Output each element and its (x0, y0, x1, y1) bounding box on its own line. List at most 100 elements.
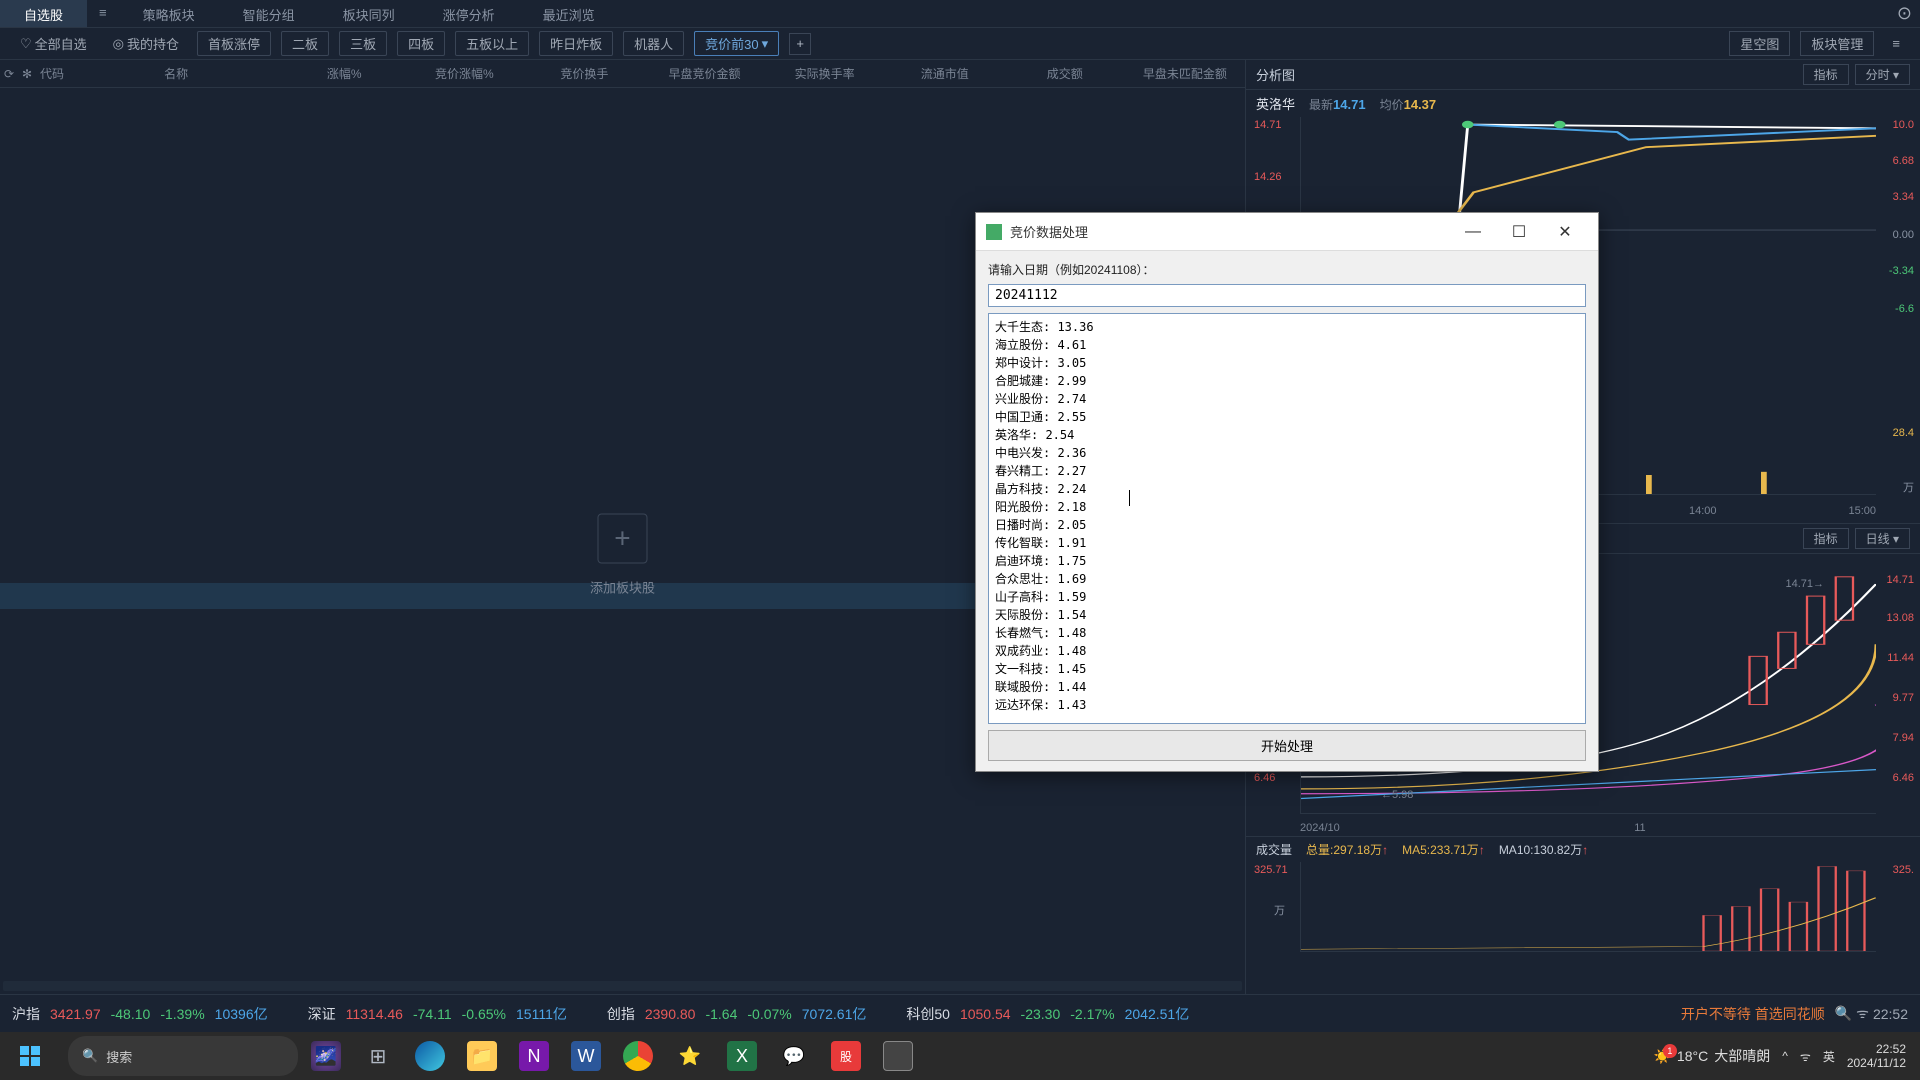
chrome-icon[interactable] (614, 1032, 662, 1080)
weather-widget[interactable]: ☀️1 18°C 大部晴朗 (1653, 1046, 1770, 1066)
onenote-icon[interactable]: N (510, 1032, 558, 1080)
tray-chevron-icon[interactable]: ^ (1782, 1049, 1788, 1063)
volume-bar: 成交量 总量:297.18万 MA5:233.71万 MA10:130.82万 (1246, 836, 1920, 862)
pill-third-board[interactable]: 三板 (339, 31, 387, 56)
date-input-label: 请输入日期（例如20241108）： (988, 261, 1586, 278)
all-watchlist[interactable]: ♡全部自选 (12, 31, 95, 56)
col-auction-change[interactable]: 竞价涨幅% (404, 65, 524, 82)
wifi-icon[interactable]: ᯤ (1800, 1048, 1811, 1065)
toolbar: ♡全部自选 ◎我的持仓 首板涨停 二板 三板 四板 五板以上 昨日炸板 机器人 … (0, 28, 1920, 60)
gear-icon[interactable]: ✻ (18, 67, 36, 81)
stock-app-icon[interactable]: 股 (822, 1032, 870, 1080)
volume-title: 成交量 (1256, 841, 1292, 858)
word-icon[interactable]: W (562, 1032, 610, 1080)
dialog-icon (986, 224, 1002, 240)
taskbar-search[interactable]: 🔍 搜索 (68, 1036, 298, 1076)
result-list[interactable]: 大千生态: 13.36 海立股份: 4.61 郑中设计: 3.05 合肥城建: … (988, 313, 1586, 724)
tab-strategy[interactable]: 策略板块 (119, 0, 219, 27)
tab-watchlist[interactable]: 自选股 (0, 0, 87, 27)
system-tray: ☀️1 18°C 大部晴朗 ^ ᯤ 英 22:52 2024/11/12 (1653, 1042, 1920, 1071)
minimize-button[interactable]: ― (1450, 223, 1496, 241)
top-tabs: 自选股 ≡ 策略板块 智能分组 板块同列 涨停分析 最近浏览 ⊙ (0, 0, 1920, 28)
ticker-promo[interactable]: 开户不等待 首选同花顺 (1681, 1004, 1825, 1024)
star-app-icon[interactable]: ⭐ (666, 1032, 714, 1080)
pill-fourth-board[interactable]: 四板 (397, 31, 445, 56)
h-scrollbar[interactable] (3, 981, 1242, 991)
edge-icon[interactable] (406, 1032, 454, 1080)
tab-menu-icon[interactable]: ≡ (87, 0, 119, 27)
col-change[interactable]: 涨幅% (284, 65, 404, 82)
heart-icon: ♡ (20, 36, 32, 52)
tab-sector[interactable]: 板块同列 (319, 0, 419, 27)
pill-fifth-plus[interactable]: 五板以上 (455, 31, 529, 56)
maximize-button[interactable]: ☐ (1496, 222, 1542, 242)
dialog-title: 竞价数据处理 (1010, 222, 1450, 241)
search-icon[interactable]: 🔍 (1835, 1005, 1852, 1022)
excel-icon[interactable]: X (718, 1032, 766, 1080)
add-stock-label: 添加板块股 (590, 578, 655, 597)
empty-state: + 添加板块股 (590, 514, 655, 597)
star-chart-button[interactable]: 星空图 (1729, 31, 1790, 56)
cortana-icon[interactable]: 🌌 (302, 1032, 350, 1080)
search-icon: 🔍 (82, 1048, 98, 1064)
col-unmatched[interactable]: 早盘未匹配金额 (1125, 65, 1245, 82)
stock-name: 英洛华 (1256, 94, 1295, 113)
volume-chart[interactable]: 325.71 万 325. (1246, 862, 1920, 970)
ticker-cyb-name: 创指 (607, 1004, 635, 1024)
tab-recent[interactable]: 最近浏览 (519, 0, 619, 27)
timeframe-button[interactable]: 分时 ▾ (1855, 64, 1910, 85)
terminal-icon[interactable] (874, 1032, 922, 1080)
explorer-icon[interactable]: 📁 (458, 1032, 506, 1080)
start-process-button[interactable]: 开始处理 (988, 730, 1586, 761)
col-volume[interactable]: 成交额 (1005, 65, 1125, 82)
ticker-kc50-name: 科创50 (906, 1004, 950, 1024)
target-icon: ◎ (113, 36, 124, 52)
avg-label: 均价 (1380, 98, 1404, 112)
top-right-menu[interactable]: ⊙ (1889, 0, 1920, 27)
date-input[interactable] (988, 284, 1586, 307)
add-pill-button[interactable]: + (789, 33, 811, 55)
index-ticker: 沪指 3421.97 -48.10 -1.39% 10396亿 深证 11314… (0, 994, 1920, 1032)
analysis-title: 分析图 (1256, 65, 1295, 84)
wechat-icon[interactable]: 💬 (770, 1032, 818, 1080)
chevron-down-icon: ▾ (762, 36, 769, 52)
text-cursor (1129, 490, 1130, 506)
start-button[interactable] (0, 1032, 60, 1080)
col-code[interactable]: 代码 (36, 65, 160, 82)
tab-smart-group[interactable]: 智能分组 (219, 0, 319, 27)
stock-info: 英洛华 最新14.71 均价14.37 (1246, 90, 1920, 117)
col-auction-amount[interactable]: 早盘竞价金额 (644, 65, 764, 82)
list-menu-icon[interactable]: ≡ (1884, 33, 1908, 54)
avg-value: 14.37 (1404, 97, 1437, 112)
ticker-sz-name: 深证 (308, 1004, 336, 1024)
kline-daily-button[interactable]: 日线 ▾ (1855, 528, 1910, 549)
task-view-icon[interactable]: ⊞ (354, 1032, 402, 1080)
latest-value: 14.71 (1333, 97, 1366, 112)
kline-indicator-button[interactable]: 指标 (1803, 528, 1849, 549)
col-float-cap[interactable]: 流通市值 (885, 65, 1005, 82)
pill-first-board[interactable]: 首板涨停 (197, 31, 271, 56)
weather-icon: ☀️1 (1653, 1048, 1670, 1065)
pill-yesterday-bomb[interactable]: 昨日炸板 (539, 31, 613, 56)
column-headers: ⟳ ✻ 代码 名称 涨幅% 竞价涨幅% 竞价换手 早盘竞价金额 实际换手率 流通… (0, 60, 1245, 88)
my-holdings[interactable]: ◎我的持仓 (105, 31, 187, 56)
indicator-button[interactable]: 指标 (1803, 64, 1849, 85)
col-auction-turnover[interactable]: 竞价换手 (524, 65, 644, 82)
pill-robot[interactable]: 机器人 (623, 31, 684, 56)
auction-data-dialog: 竞价数据处理 ― ☐ ✕ 请输入日期（例如20241108）： 大千生态: 13… (975, 212, 1599, 772)
add-stock-button[interactable]: + (597, 514, 647, 564)
dialog-titlebar: 竞价数据处理 ― ☐ ✕ (976, 213, 1598, 251)
ime-indicator[interactable]: 英 (1823, 1048, 1835, 1065)
col-name[interactable]: 名称 (160, 65, 284, 82)
pill-second-board[interactable]: 二板 (281, 31, 329, 56)
latest-label: 最新 (1309, 98, 1333, 112)
pill-auction-top30[interactable]: 竞价前30 ▾ (694, 31, 779, 56)
refresh-icon[interactable]: ⟳ (0, 67, 18, 81)
col-real-turnover[interactable]: 实际换手率 (765, 65, 885, 82)
close-button[interactable]: ✕ (1542, 222, 1588, 242)
ticker-sh-name: 沪指 (12, 1004, 40, 1024)
taskbar: 🔍 搜索 🌌 ⊞ 📁 N W ⭐ X 💬 股 ☀️1 18°C 大部晴朗 ^ ᯤ… (0, 1032, 1920, 1080)
clock[interactable]: 22:52 2024/11/12 (1847, 1042, 1906, 1071)
tab-limit-up[interactable]: 涨停分析 (419, 0, 519, 27)
manage-sector-button[interactable]: 板块管理 (1800, 31, 1874, 56)
